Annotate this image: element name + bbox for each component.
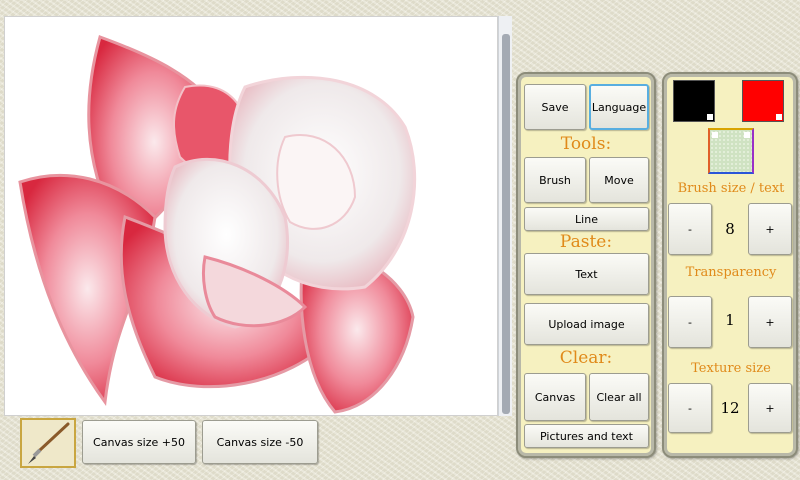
- secondary-color-swatch[interactable]: [742, 80, 784, 122]
- swatch-corner-indicator: [707, 114, 713, 120]
- paintbrush-icon: [28, 422, 70, 464]
- upload-image-button[interactable]: Upload image: [524, 303, 649, 345]
- texture-corner-indicator: [744, 132, 750, 138]
- paste-heading: Paste:: [559, 232, 613, 252]
- canvas-scrollbar[interactable]: [498, 16, 512, 416]
- canvas-size-increase-button[interactable]: Canvas size +50: [82, 420, 196, 464]
- transparency-decrease-button[interactable]: -: [668, 296, 712, 348]
- transparency-value: 1: [725, 311, 735, 329]
- clear-pictures-and-text-button[interactable]: Pictures and text: [524, 424, 649, 448]
- texture-size-value: 12: [720, 399, 740, 417]
- tools-heading: Tools:: [560, 134, 612, 154]
- swatch-corner-indicator: [776, 114, 782, 120]
- brush-preview[interactable]: [20, 418, 76, 468]
- brush-size-decrease-button[interactable]: -: [668, 203, 712, 255]
- primary-color-swatch[interactable]: [673, 80, 715, 122]
- texture-size-label: Texture size: [691, 361, 771, 376]
- clear-all-button[interactable]: Clear all: [589, 373, 649, 421]
- drawing-canvas[interactable]: [4, 16, 498, 416]
- brush-size-increase-button[interactable]: +: [748, 203, 792, 255]
- clear-canvas-button[interactable]: Canvas: [524, 373, 586, 421]
- rose-image: [18, 35, 417, 414]
- transparency-label: Transparency: [685, 265, 777, 280]
- line-button[interactable]: Line: [524, 207, 649, 231]
- brush-button[interactable]: Brush: [524, 157, 586, 203]
- clear-heading: Clear:: [559, 348, 613, 368]
- texture-size-decrease-button[interactable]: -: [668, 383, 712, 433]
- canvas-size-decrease-button[interactable]: Canvas size -50: [202, 420, 318, 464]
- move-button[interactable]: Move: [589, 157, 649, 203]
- brush-size-label: Brush size / text: [677, 181, 785, 196]
- transparency-increase-button[interactable]: +: [748, 296, 792, 348]
- texture-size-increase-button[interactable]: +: [748, 383, 792, 433]
- texture-swatch[interactable]: [708, 128, 754, 174]
- texture-corner-indicator: [712, 132, 718, 138]
- brush-size-value: 8: [725, 220, 735, 238]
- save-button[interactable]: Save: [524, 84, 586, 130]
- scrollbar-thumb[interactable]: [502, 34, 510, 414]
- language-button[interactable]: Language: [589, 84, 649, 130]
- paste-text-button[interactable]: Text: [524, 253, 649, 295]
